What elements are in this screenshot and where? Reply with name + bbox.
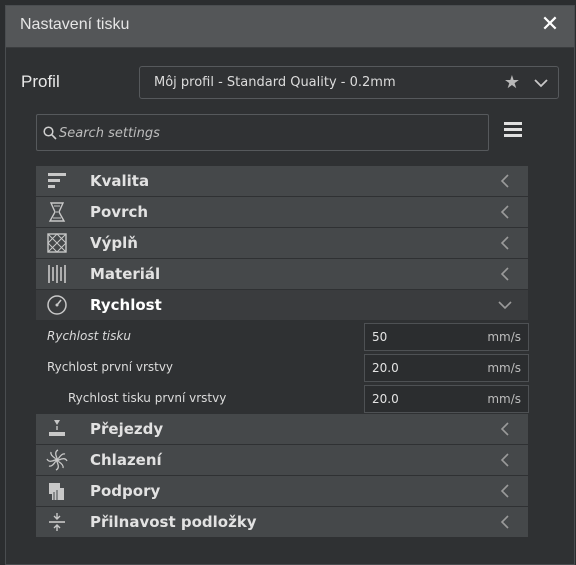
setting-value: 50 bbox=[372, 330, 388, 344]
hamburger-icon-line bbox=[504, 122, 522, 125]
chevron-left-icon bbox=[500, 267, 509, 281]
category-label: Kvalita bbox=[90, 172, 150, 190]
category-label: Podpory bbox=[90, 482, 161, 500]
settings-list: Kvalita Povrch Výplň Materiál Rychlost R… bbox=[36, 166, 529, 538]
setting-label: Rychlost tisku první vrstvy bbox=[68, 391, 227, 405]
setting-value: 20.0 bbox=[372, 361, 399, 375]
setting-label: Rychlost tisku bbox=[47, 329, 131, 343]
search-box[interactable] bbox=[36, 114, 489, 151]
category-label: Chlazení bbox=[90, 451, 162, 469]
travel-icon bbox=[49, 420, 65, 436]
category-rychlost[interactable]: Rychlost bbox=[36, 290, 528, 320]
chevron-left-icon bbox=[500, 515, 509, 529]
setting-unit: mm/s bbox=[487, 330, 521, 344]
material-icon bbox=[48, 265, 66, 283]
category-prejezdy[interactable]: Přejezdy bbox=[36, 414, 528, 444]
hamburger-icon-line bbox=[504, 134, 522, 137]
category-label: Výplň bbox=[90, 234, 138, 252]
setting-row: Rychlost první vrstvy 20.0 mm/s bbox=[36, 352, 529, 383]
category-label: Materiál bbox=[90, 265, 161, 283]
cooling-fan-icon bbox=[46, 449, 68, 471]
chevron-left-icon bbox=[500, 205, 509, 219]
category-povrch[interactable]: Povrch bbox=[36, 197, 528, 227]
setting-row: Rychlost tisku 50 mm/s bbox=[36, 321, 529, 352]
category-prilnavost-podlozky[interactable]: Přilnavost podložky bbox=[36, 507, 528, 537]
profile-label: Profil bbox=[21, 72, 60, 91]
setting-unit: mm/s bbox=[487, 361, 521, 375]
category-label: Přejezdy bbox=[90, 420, 164, 438]
category-label: Přilnavost podložky bbox=[90, 513, 257, 531]
star-icon[interactable]: ★ bbox=[504, 72, 520, 93]
title-bar: Nastavení tisku ✕ bbox=[6, 6, 574, 48]
first-layer-print-speed-field[interactable]: 20.0 mm/s bbox=[364, 385, 529, 413]
category-chlazeni[interactable]: Chlazení bbox=[36, 445, 528, 475]
setting-row: Rychlost tisku první vrstvy 20.0 mm/s bbox=[36, 383, 529, 414]
setting-value: 20.0 bbox=[372, 392, 399, 406]
hamburger-icon-line bbox=[504, 128, 522, 131]
chevron-left-icon bbox=[500, 453, 509, 467]
adhesion-icon bbox=[49, 513, 65, 531]
category-vypln[interactable]: Výplň bbox=[36, 228, 528, 258]
profile-value: Môj profil - Standard Quality - 0.2mm bbox=[154, 75, 396, 90]
search-icon bbox=[43, 126, 57, 140]
dialog-title: Nastavení tisku bbox=[20, 16, 130, 33]
category-podpory[interactable]: Podpory bbox=[36, 476, 528, 506]
infill-icon bbox=[47, 233, 67, 253]
category-label: Rychlost bbox=[90, 296, 162, 314]
chevron-down-icon bbox=[534, 79, 548, 88]
search-input[interactable] bbox=[59, 123, 479, 143]
chevron-left-icon bbox=[500, 422, 509, 436]
category-kvalita[interactable]: Kvalita bbox=[36, 166, 528, 196]
first-layer-speed-field[interactable]: 20.0 mm/s bbox=[364, 354, 529, 382]
category-material[interactable]: Materiál bbox=[36, 259, 528, 289]
chevron-left-icon bbox=[500, 236, 509, 250]
category-label: Povrch bbox=[90, 203, 149, 221]
setting-unit: mm/s bbox=[487, 392, 521, 406]
quality-icon bbox=[48, 173, 66, 188]
close-icon[interactable]: ✕ bbox=[538, 13, 562, 37]
chevron-left-icon bbox=[500, 174, 509, 188]
chevron-left-icon bbox=[500, 484, 509, 498]
chevron-down-icon bbox=[498, 301, 512, 310]
setting-label: Rychlost první vrstvy bbox=[47, 360, 174, 374]
settings-menu-button[interactable] bbox=[502, 122, 524, 142]
print-speed-field[interactable]: 50 mm/s bbox=[364, 323, 529, 351]
support-icon bbox=[49, 483, 64, 500]
print-settings-dialog: Nastavení tisku ✕ Profil Môj profil - St… bbox=[5, 5, 575, 565]
shell-icon bbox=[48, 202, 66, 222]
speedometer-icon bbox=[47, 295, 67, 315]
profile-dropdown[interactable]: Môj profil - Standard Quality - 0.2mm ★ bbox=[139, 66, 559, 99]
